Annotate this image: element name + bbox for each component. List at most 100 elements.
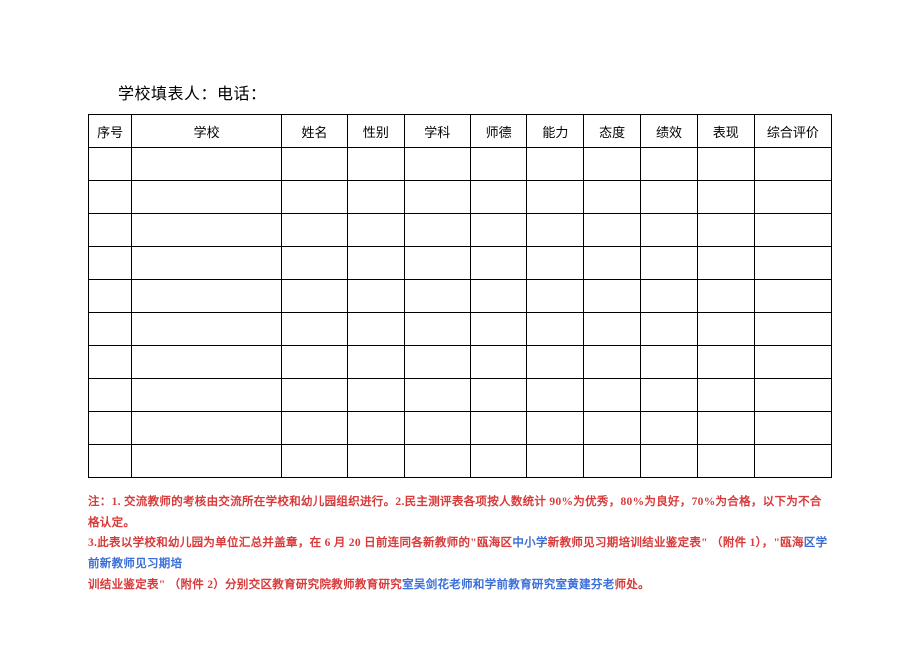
table-cell — [754, 379, 831, 412]
table-cell — [132, 346, 282, 379]
table-cell — [282, 412, 348, 445]
table-cell — [527, 412, 584, 445]
table-cell — [470, 379, 527, 412]
table-cell — [89, 181, 132, 214]
table-cell — [132, 313, 282, 346]
table-cell — [584, 412, 641, 445]
table-cell — [348, 313, 405, 346]
table-cell — [754, 445, 831, 478]
table-cell — [584, 214, 641, 247]
table-cell — [584, 445, 641, 478]
note-text: 师处。 — [615, 579, 650, 591]
table-cell — [282, 346, 348, 379]
table-cell — [527, 214, 584, 247]
table-row — [89, 214, 832, 247]
table-cell — [348, 214, 405, 247]
table-cell — [527, 445, 584, 478]
table-cell — [641, 379, 698, 412]
col-gender: 性别 — [348, 115, 405, 148]
col-behavior: 表现 — [697, 115, 754, 148]
table-cell — [697, 445, 754, 478]
table-cell — [697, 313, 754, 346]
table-cell — [470, 313, 527, 346]
table-cell — [89, 313, 132, 346]
table-cell — [282, 313, 348, 346]
table-header-row: 序号 学校 姓名 性别 学科 师德 能力 态度 绩效 表现 综合评价 — [89, 115, 832, 148]
note-line-3: 训结业鉴定表" （附件 2）分别交区教育研究院教师教育研究室吴剑花老师和学前教育… — [88, 575, 832, 596]
table-cell — [404, 247, 470, 280]
table-cell — [89, 412, 132, 445]
col-eval: 综合评价 — [754, 115, 831, 148]
table-row — [89, 445, 832, 478]
table-cell — [470, 445, 527, 478]
table-cell — [404, 379, 470, 412]
table-body — [89, 148, 832, 478]
table-cell — [697, 148, 754, 181]
table-cell — [282, 379, 348, 412]
note-line-1: 注：1. 交流教师的考核由交流所在学校和幼儿园组织进行。2.民主测评表各项按人数… — [88, 492, 832, 533]
table-cell — [348, 346, 405, 379]
table-cell — [348, 379, 405, 412]
table-cell — [754, 214, 831, 247]
table-cell — [527, 247, 584, 280]
table-cell — [584, 148, 641, 181]
table-cell — [404, 181, 470, 214]
table-cell — [697, 379, 754, 412]
col-attitude: 态度 — [584, 115, 641, 148]
table-cell — [348, 181, 405, 214]
table-cell — [89, 445, 132, 478]
table-cell — [132, 280, 282, 313]
note-text-blue: 中小学 — [512, 537, 547, 549]
table-cell — [404, 313, 470, 346]
table-cell — [132, 445, 282, 478]
table-cell — [89, 346, 132, 379]
table-cell — [89, 280, 132, 313]
table-cell — [527, 181, 584, 214]
evaluation-table: 序号 学校 姓名 性别 学科 师德 能力 态度 绩效 表现 综合评价 — [88, 114, 832, 478]
table-cell — [527, 280, 584, 313]
table-cell — [132, 148, 282, 181]
table-cell — [697, 214, 754, 247]
note-text: 3.此表以学校和幼儿园为单位汇总并盖章，在 6 月 20 日前连同各新教师的"瓯… — [88, 537, 512, 549]
table-cell — [584, 181, 641, 214]
table-cell — [641, 346, 698, 379]
table-cell — [470, 214, 527, 247]
note-text: 注：1. 交流教师的考核由交流所在学校和幼儿园组织进行。2.民主测评表各项按人数… — [88, 496, 822, 529]
table-cell — [527, 313, 584, 346]
table-cell — [404, 148, 470, 181]
table-cell — [470, 181, 527, 214]
table-cell — [697, 280, 754, 313]
table-cell — [641, 181, 698, 214]
table-cell — [754, 346, 831, 379]
table-cell — [89, 247, 132, 280]
table-cell — [641, 313, 698, 346]
table-cell — [89, 148, 132, 181]
table-cell — [348, 412, 405, 445]
table-cell — [754, 148, 831, 181]
note-text: 训结业鉴定表" （附件 2）分别交区教育研究院教师教育研究 — [88, 579, 402, 591]
table-cell — [132, 412, 282, 445]
table-cell — [89, 214, 132, 247]
note-text-blue: 室吴剑花老师和学前教育研究室黄建芬老 — [402, 579, 614, 591]
table-cell — [697, 412, 754, 445]
table-cell — [348, 280, 405, 313]
table-cell — [132, 379, 282, 412]
table-cell — [641, 148, 698, 181]
table-cell — [404, 346, 470, 379]
table-cell — [348, 445, 405, 478]
form-header: 学校填表人：电话： — [118, 80, 832, 104]
table-cell — [584, 346, 641, 379]
table-cell — [697, 247, 754, 280]
table-row — [89, 412, 832, 445]
note-line-2: 3.此表以学校和幼儿园为单位汇总并盖章，在 6 月 20 日前连同各新教师的"瓯… — [88, 533, 832, 574]
filler-label: 学校填表人： — [118, 86, 217, 103]
table-cell — [754, 313, 831, 346]
table-cell — [527, 379, 584, 412]
table-cell — [641, 412, 698, 445]
table-cell — [527, 346, 584, 379]
table-row — [89, 313, 832, 346]
table-cell — [754, 412, 831, 445]
table-cell — [132, 181, 282, 214]
table-cell — [527, 148, 584, 181]
table-cell — [641, 445, 698, 478]
